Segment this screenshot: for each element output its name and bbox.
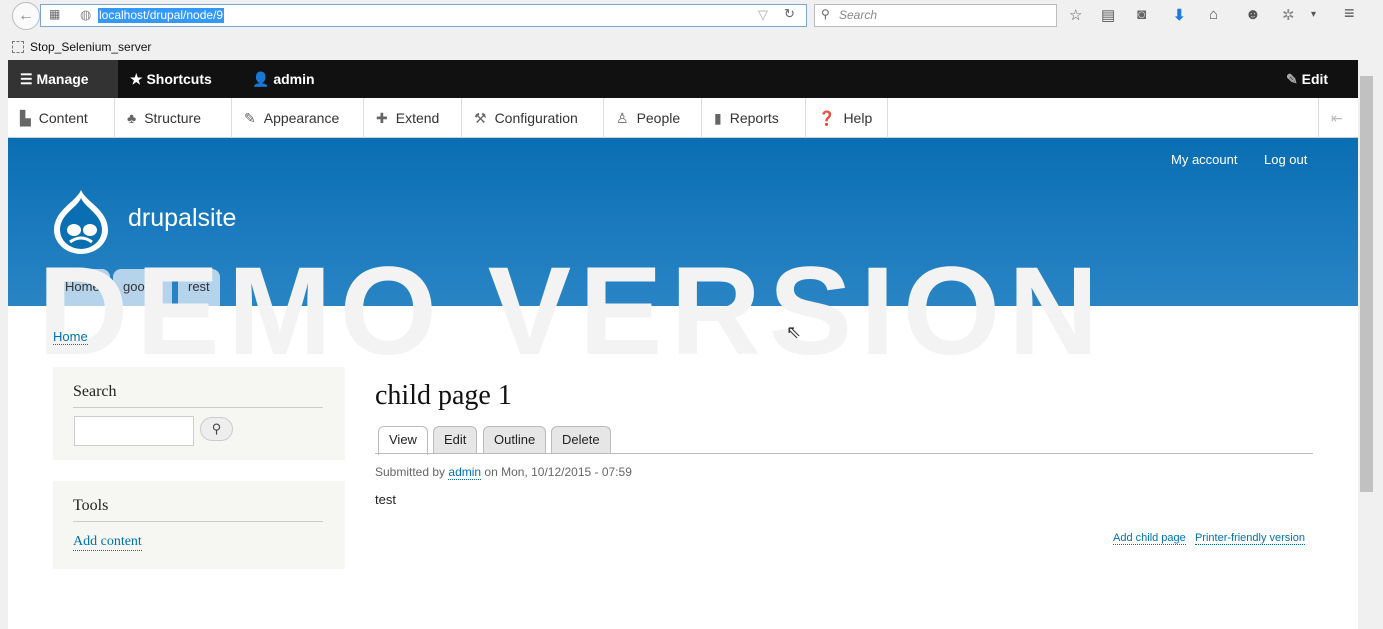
watermark: DEMO VERSION — [38, 242, 1107, 381]
download-icon[interactable]: ⬇ — [1173, 6, 1186, 24]
tray-item-content[interactable]: ▙ Content — [8, 98, 115, 138]
bookmark-item[interactable]: Stop_Selenium_server — [12, 40, 151, 54]
pocket-icon[interactable]: ◙ — [1137, 6, 1146, 23]
admin-tray: ▙ Content ♣ Structure ✎ Appearance ✚ Extend … — [8, 98, 1358, 138]
tray-item-help[interactable]: ❓ Help — [806, 98, 888, 138]
submitted-info: Submitted by admin on Mon, 10/12/2015 - … — [375, 465, 632, 480]
wrench-icon: ⚒ — [474, 110, 487, 126]
search-button[interactable]: ⚲ — [200, 417, 233, 441]
browser-search-input[interactable]: Search — [814, 4, 1057, 27]
author-link[interactable]: admin — [448, 465, 482, 480]
globe-icon: ◍ — [80, 7, 92, 22]
user-icon: 👤 — [252, 71, 274, 87]
tab-delete[interactable]: Delete — [551, 426, 611, 454]
search-block-title: Search — [73, 383, 323, 408]
pencil-icon: ✎ — [1286, 71, 1302, 87]
menu-icon: ☰ — [20, 71, 37, 87]
site-name[interactable]: drupalsite — [128, 204, 236, 233]
puzzle-icon: ✚ — [376, 110, 388, 126]
search-icon: ⚲ — [211, 421, 222, 436]
printer-friendly-link[interactable]: Printer-friendly version — [1194, 532, 1305, 545]
edit-button[interactable]: ✎ Edit — [1274, 60, 1340, 98]
tray-item-extend[interactable]: ✚ Extend — [364, 98, 462, 138]
page-title: child page 1 — [375, 380, 512, 411]
admin-toolbar: ☰ Manage ★ Shortcuts 👤 admin ✎ Edit — [8, 60, 1358, 98]
add-content-link[interactable]: Add content — [73, 534, 142, 551]
sitemap-icon: ♣ — [127, 110, 137, 126]
home-icon[interactable]: ⌂ — [1209, 6, 1218, 23]
chat-icon[interactable]: ☻ — [1245, 6, 1261, 23]
star-icon: ★ — [130, 71, 147, 87]
orientation-toggle-icon[interactable]: ⇤ — [1318, 98, 1358, 138]
log-out-link[interactable]: Log out — [1264, 152, 1307, 167]
my-account-link[interactable]: My account — [1171, 152, 1237, 167]
tab-divider — [375, 453, 1313, 454]
tab-outline[interactable]: Outline — [483, 426, 547, 454]
search-block: Search ⚲ — [53, 367, 345, 460]
paintbrush-icon: ✎ — [244, 110, 256, 126]
tools-block: Tools Add content — [53, 481, 345, 569]
tray-item-appearance[interactable]: ✎ Appearance — [232, 98, 364, 138]
star-icon[interactable]: ☆ — [1069, 6, 1082, 24]
tab-view[interactable]: View — [378, 426, 428, 455]
page-icon: ▦ — [49, 7, 61, 21]
tools-block-title: Tools — [73, 497, 323, 522]
scrollbar-thumb[interactable] — [1360, 76, 1373, 492]
reading-list-icon[interactable]: ▤ — [1101, 6, 1115, 24]
node-body: test — [375, 492, 396, 507]
bookmark-icon — [12, 41, 24, 53]
user-button[interactable]: 👤 admin — [240, 60, 327, 98]
tray-item-people[interactable]: ♙ People — [604, 98, 702, 138]
url-text[interactable]: localhost/drupal/node/9 — [98, 8, 225, 23]
node-links: Add child page Printer-friendly version — [1113, 532, 1305, 545]
dropdown-icon[interactable]: ▽ — [758, 7, 768, 23]
help-icon: ❓ — [818, 110, 836, 126]
chevron-down-icon[interactable]: ▾ — [1311, 9, 1316, 20]
people-icon: ♙ — [616, 110, 629, 126]
cursor-icon: ⇖ — [786, 322, 802, 342]
menu-icon[interactable]: ≡ — [1344, 3, 1355, 24]
chart-icon: ▮ — [714, 110, 722, 126]
tab-edit[interactable]: Edit — [433, 426, 478, 454]
tray-item-reports[interactable]: ▮ Reports — [702, 98, 806, 138]
tray-item-structure[interactable]: ♣ Structure — [115, 98, 232, 138]
page: ☰ Manage ★ Shortcuts 👤 admin ✎ Edit ▙ Con… — [8, 60, 1358, 629]
add-child-page-link[interactable]: Add child page — [1113, 532, 1186, 545]
breadcrumb-home[interactable]: Home — [53, 329, 88, 345]
selenium-icon[interactable]: ✲ — [1282, 6, 1295, 24]
back-button[interactable]: ← — [12, 2, 40, 30]
file-icon: ▙ — [20, 110, 31, 126]
search-input[interactable] — [74, 416, 194, 446]
reload-icon[interactable]: ↻ — [784, 6, 795, 22]
tray-item-configuration[interactable]: ⚒ Configuration — [462, 98, 604, 138]
shortcuts-button[interactable]: ★ Shortcuts — [118, 60, 224, 98]
search-icon: ⚲ — [821, 7, 830, 21]
manage-button[interactable]: ☰ Manage — [8, 60, 118, 98]
